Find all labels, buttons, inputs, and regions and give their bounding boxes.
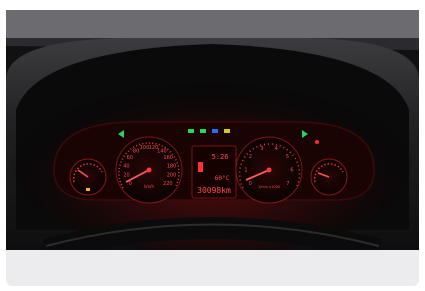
warning-lamp-icon bbox=[224, 129, 230, 133]
battery-warning-icon bbox=[315, 140, 319, 144]
speedometer-tick-label: 60 bbox=[127, 155, 133, 161]
odometer-readout: 30098km bbox=[197, 186, 231, 195]
fuel-gauge bbox=[69, 158, 107, 196]
speedometer-tick-label: 0 bbox=[129, 181, 132, 187]
speedometer-unit: km/h bbox=[144, 184, 155, 189]
lights-indicator-icon bbox=[188, 129, 194, 133]
tachometer: 0 1 2 3 4 5 6 7 1/min x1000 bbox=[235, 136, 303, 204]
high-beam-icon bbox=[212, 129, 218, 133]
speedometer: 020406080100 120140160180200220 km/h bbox=[115, 136, 183, 204]
speedometer-tick-label: 80 bbox=[133, 149, 139, 155]
caption-area bbox=[6, 250, 419, 286]
tachometer-tick-label: 3 bbox=[260, 146, 263, 152]
dashboard-photo: 0 20 40 60 80 100 120 140 160 180 200 220 km/h 5:26… bbox=[6, 10, 419, 250]
tachometer-tick-label: 1 bbox=[244, 167, 247, 173]
tachometer-tick-label: 7 bbox=[286, 181, 289, 187]
tachometer-tick-label: 2 bbox=[249, 154, 252, 160]
tachometer-tick-label: 4 bbox=[275, 146, 278, 152]
tachometer-tick-label: 6 bbox=[290, 167, 293, 173]
speedometer-tick-label: 20 bbox=[123, 173, 129, 179]
dashboard-photo-svg: 020406080100 120140160180200220 km/h 5:26… bbox=[6, 10, 419, 250]
windshield bbox=[6, 10, 419, 38]
fog-light-icon bbox=[200, 129, 206, 133]
speedometer-tick-label: 200 bbox=[167, 173, 177, 179]
tachometer-unit: 1/min x1000 bbox=[258, 185, 280, 189]
clock-readout: 5:26 bbox=[212, 153, 229, 161]
tachometer-tick-label: 5 bbox=[286, 154, 289, 160]
image-card: 0 20 40 60 80 100 120 140 160 180 200 220 km/h 5:26… bbox=[0, 0, 425, 291]
fuel-warning-icon bbox=[86, 188, 90, 191]
speedometer-tick-label: 180 bbox=[167, 164, 177, 170]
center-display: 5:26 60°C 30098km bbox=[191, 145, 237, 199]
temperature-readout: 60°C bbox=[215, 175, 230, 182]
speedometer-tick-label: 40 bbox=[123, 164, 129, 170]
speedometer-tick-label: 140 bbox=[157, 149, 167, 155]
speedometer-tick-label: 220 bbox=[163, 181, 173, 187]
tachometer-tick-label: 0 bbox=[249, 181, 252, 187]
temperature-gauge bbox=[310, 158, 348, 196]
speedometer-tick-label: 160 bbox=[163, 155, 173, 161]
fuel-bar bbox=[198, 162, 203, 172]
